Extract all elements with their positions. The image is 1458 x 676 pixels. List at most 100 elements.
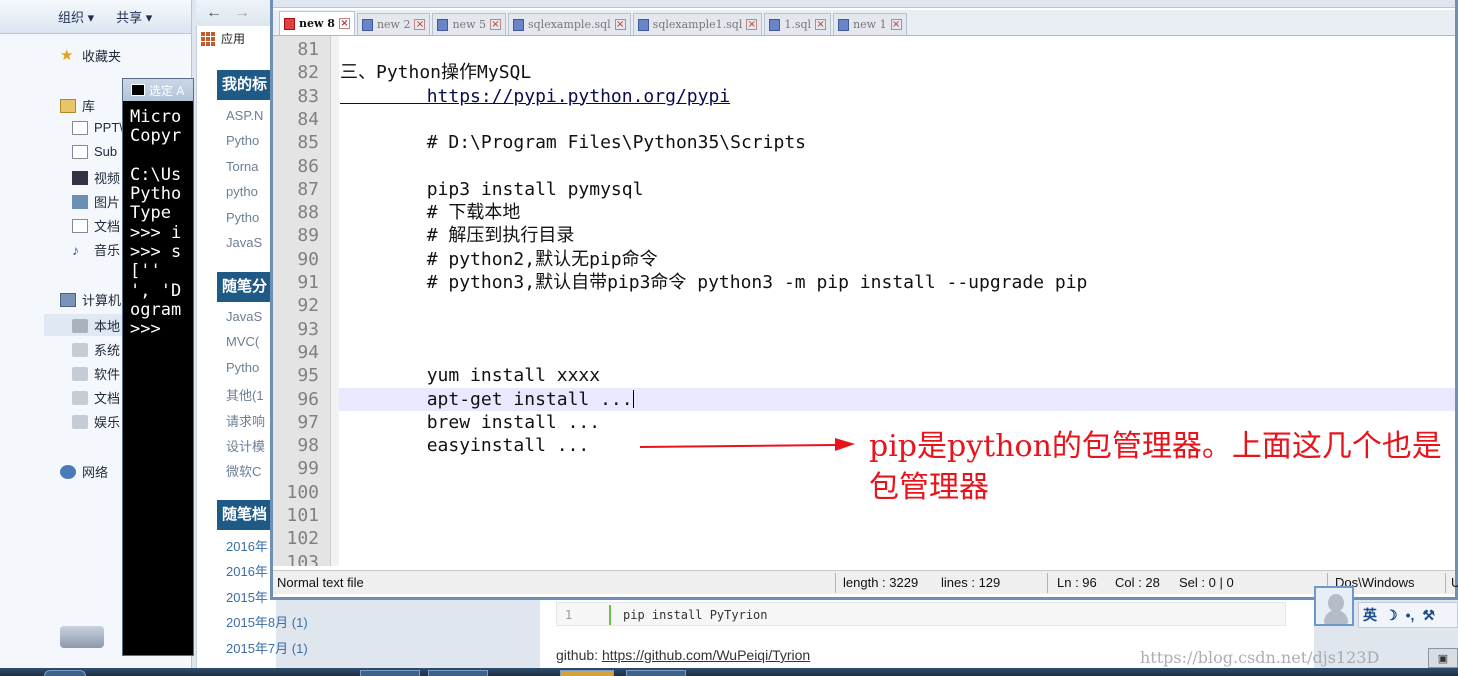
explorer-toolbar: 组织 ▾ 共享 ▾ bbox=[0, 0, 191, 34]
code-line[interactable]: pip3 install pymysql bbox=[340, 178, 644, 201]
code-line[interactable]: # D:\Program Files\Python35\Scripts bbox=[340, 131, 806, 154]
nav-drive-system[interactable]: 系统 bbox=[72, 340, 120, 359]
punctuation-icon[interactable]: •, bbox=[1406, 607, 1415, 623]
blog-link[interactable]: ASP.N bbox=[226, 108, 263, 123]
blog-link[interactable]: 2015年8月 (1) bbox=[226, 612, 308, 631]
blog-link[interactable]: 2016年 bbox=[226, 536, 268, 555]
blog-link[interactable]: 2015年7月 (1) bbox=[226, 638, 308, 657]
nav-lib-pictures[interactable]: 图片 bbox=[72, 192, 120, 211]
tab-label: new 2 bbox=[376, 18, 411, 31]
close-icon[interactable]: × bbox=[414, 19, 426, 30]
share-menu[interactable]: 共享 ▾ bbox=[116, 7, 152, 26]
nav-drive-software[interactable]: 软件 bbox=[72, 364, 120, 383]
taskbar-item-active[interactable] bbox=[560, 670, 614, 676]
ime-toolbar[interactable]: 英 ☽ •, ⚒ bbox=[1358, 602, 1458, 628]
document-icon bbox=[72, 144, 88, 159]
editor-tab[interactable]: new 8 × bbox=[279, 11, 355, 35]
blog-link[interactable]: 微软C bbox=[226, 461, 261, 480]
notepad-plus-plus-window[interactable]: new 8 × new 2 × new 5 × sqlexample.sql × sqlexam… bbox=[270, 0, 1458, 600]
close-icon[interactable]: × bbox=[890, 19, 902, 30]
code-line[interactable]: apt-get install ... bbox=[340, 388, 634, 411]
section-header-bookmarks: 我的标 bbox=[217, 70, 277, 100]
avatar[interactable] bbox=[1314, 586, 1354, 626]
nav-lib-documents[interactable]: 文档 bbox=[72, 216, 120, 235]
nav-computer[interactable]: 计算机 bbox=[60, 290, 121, 309]
close-icon[interactable]: × bbox=[338, 18, 350, 29]
code-line[interactable]: yum install xxxx bbox=[340, 364, 600, 387]
apps-bookmark[interactable]: 应用 bbox=[201, 30, 245, 47]
close-icon[interactable]: × bbox=[614, 19, 626, 30]
nav-libraries[interactable]: 库 bbox=[60, 96, 95, 115]
file-icon bbox=[637, 18, 649, 31]
blog-link[interactable]: 其他(1 bbox=[226, 385, 264, 404]
ime-language[interactable]: 英 bbox=[1363, 605, 1377, 625]
start-button[interactable] bbox=[44, 670, 86, 676]
line-number: 89 bbox=[297, 225, 319, 247]
picture-icon bbox=[72, 194, 88, 209]
blog-link[interactable]: JavaS bbox=[226, 309, 262, 324]
editor-tab[interactable]: 1.sql × bbox=[764, 13, 832, 35]
taskbar-item[interactable] bbox=[360, 670, 420, 676]
blog-link[interactable]: 2016年 bbox=[226, 561, 268, 580]
nav-drive-docs[interactable]: 文档 bbox=[72, 388, 120, 407]
nav-favorites[interactable]: ★ 收藏夹 bbox=[60, 46, 121, 65]
blog-link[interactable]: 2015年 bbox=[226, 587, 268, 606]
code-line[interactable]: https://pypi.python.org/pypi bbox=[340, 85, 730, 108]
line-number: 100 bbox=[286, 481, 319, 503]
close-icon[interactable]: × bbox=[815, 19, 827, 30]
cmd-title: 选定 A bbox=[149, 83, 185, 98]
nav-lib-sub[interactable]: Sub bbox=[72, 144, 117, 159]
nav-drive-local[interactable]: 本地 bbox=[72, 316, 120, 335]
cmd-titlebar[interactable]: 选定 A bbox=[123, 79, 193, 101]
snippet-code: pip install PyTyrion bbox=[623, 608, 768, 622]
annotation-note: pip是python的包管理器。上面这几个也是包管理器 bbox=[869, 429, 1442, 505]
ime-panel[interactable]: 英 ☽ •, ⚒ bbox=[1314, 586, 1458, 632]
drive-icon bbox=[72, 414, 88, 429]
npp-toolbar bbox=[273, 0, 1455, 8]
code-line[interactable]: easyinstall ... bbox=[340, 434, 590, 457]
wrench-icon[interactable]: ⚒ bbox=[1422, 607, 1435, 624]
blog-link[interactable]: MVC( bbox=[226, 334, 259, 349]
nav-lib-videos[interactable]: 视频 bbox=[72, 168, 120, 187]
blog-link[interactable]: Pytho bbox=[226, 210, 259, 225]
blog-link[interactable]: Pytho bbox=[226, 360, 259, 375]
close-icon[interactable]: × bbox=[746, 19, 758, 30]
editor-tab[interactable]: sqlexample1.sql × bbox=[632, 13, 763, 35]
organize-menu[interactable]: 组织 ▾ bbox=[58, 7, 94, 26]
code-line[interactable]: # python3,默认自带pip3命令 python3 -m pip inst… bbox=[340, 271, 1088, 294]
tray-button[interactable]: ▣ bbox=[1428, 648, 1458, 668]
forward-arrow-icon[interactable]: → bbox=[234, 4, 250, 22]
nav-lib-ppt[interactable]: PPT\ bbox=[72, 120, 123, 135]
taskbar-item[interactable] bbox=[428, 670, 488, 676]
line-number: 90 bbox=[297, 248, 319, 270]
blog-link[interactable]: Pytho bbox=[226, 133, 259, 148]
taskbar bbox=[0, 668, 1458, 676]
back-arrow-icon[interactable]: ← bbox=[206, 4, 222, 22]
code-line[interactable]: 三、Python操作MySQL bbox=[340, 61, 531, 84]
editor-tab[interactable]: new 1 × bbox=[833, 13, 907, 35]
github-link[interactable]: https://github.com/WuPeiqi/Tyrion bbox=[602, 647, 810, 663]
blog-link[interactable]: 请求响 bbox=[226, 411, 265, 430]
close-icon[interactable]: × bbox=[489, 19, 501, 30]
document-icon bbox=[72, 218, 88, 233]
editor-tab[interactable]: new 5 × bbox=[432, 13, 506, 35]
code-line[interactable]: # 解压到执行目录 bbox=[340, 224, 575, 247]
blog-link[interactable]: Torna bbox=[226, 159, 259, 174]
moon-icon[interactable]: ☽ bbox=[1385, 607, 1398, 624]
blog-link[interactable]: pytho bbox=[226, 184, 258, 199]
apps-grid-icon bbox=[201, 31, 215, 46]
editor-tab[interactable]: sqlexample.sql × bbox=[507, 13, 631, 35]
blog-link[interactable]: 设计模 bbox=[226, 436, 265, 455]
code-line[interactable]: # 下载本地 bbox=[340, 201, 521, 224]
editor-tab[interactable]: new 2 × bbox=[356, 13, 431, 35]
blog-link[interactable]: JavaS bbox=[226, 235, 262, 250]
code-line[interactable]: brew install ... bbox=[340, 411, 600, 434]
nav-drive-entertainment[interactable]: 娱乐 bbox=[72, 412, 120, 431]
nav-network[interactable]: 网络 bbox=[60, 462, 108, 481]
code-line[interactable]: # python2,默认无pip命令 bbox=[340, 248, 658, 271]
line-number: 81 bbox=[297, 39, 319, 60]
drive-icon bbox=[72, 390, 88, 405]
command-prompt-window[interactable]: 选定 A Micro Copyr C:\Us Pytho Type >>> i … bbox=[122, 78, 194, 656]
taskbar-item[interactable] bbox=[626, 670, 686, 676]
nav-lib-music[interactable]: ♪ 音乐 bbox=[72, 240, 120, 259]
